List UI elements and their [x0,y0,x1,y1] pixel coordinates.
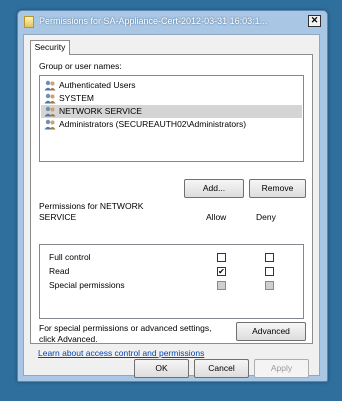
allow-checkbox[interactable] [217,253,226,262]
allow-checkbox [217,281,226,290]
permission-row: Full control [40,251,303,265]
title-bar[interactable]: Permissions for SA-Appliance-Cert-2012-0… [18,11,327,33]
permissions-header-line2: SERVICE [39,212,77,222]
apply-button: Apply [254,359,309,378]
list-item[interactable]: SYSTEM [41,92,302,105]
allow-column-header: Allow [206,212,227,222]
permissions-header-line1: Permissions for NETWORK [39,201,144,211]
special-note-line1: For special permissions or advanced sett… [39,323,212,333]
deny-checkbox[interactable] [265,253,274,262]
deny-checkbox[interactable] [265,267,274,276]
list-item[interactable]: Administrators (SECUREAUTH02\Administrat… [41,118,302,131]
dialog-body: Security Group or user names: Authentica… [23,34,320,378]
permission-name: Full control [49,252,91,262]
allow-checkbox[interactable]: ✔ [217,267,226,276]
tab-security[interactable]: Security [30,40,70,55]
special-note-line2: click Advanced. [39,334,98,344]
list-item-label: SYSTEM [59,93,94,103]
learn-about-permissions-link[interactable]: Learn about access control and permissio… [38,348,204,358]
permission-name: Read [49,266,70,276]
list-item-label: Administrators (SECUREAUTH02\Administrat… [59,119,247,129]
permissions-dialog: Permissions for SA-Appliance-Cert-2012-0… [17,10,328,382]
permission-row: Special permissions [40,279,303,293]
security-tab-panel: Group or user names: Authenticated Users… [30,54,313,344]
users-icon [44,80,56,91]
remove-button[interactable]: Remove [249,179,306,198]
users-icon [44,106,56,117]
close-button[interactable]: ✕ [308,15,321,27]
list-item-label: Authenticated Users [59,80,136,90]
deny-checkbox [265,281,274,290]
cancel-button[interactable]: Cancel [194,359,249,378]
group-user-list[interactable]: Authenticated Users SYSTEM NETWORK SERVI… [39,75,304,162]
users-icon [44,119,56,130]
permissions-list: Full control Read ✔ Special permissions [39,244,304,319]
ok-button[interactable]: OK [134,359,189,378]
permission-row: Read ✔ [40,265,303,279]
folder-icon [24,16,34,28]
permission-name: Special permissions [49,280,125,290]
window-title: Permissions for SA-Appliance-Cert-2012-0… [39,16,268,26]
list-item[interactable]: Authenticated Users [41,79,302,92]
group-names-label: Group or user names: [39,61,122,71]
users-icon [44,93,56,104]
list-item-label: NETWORK SERVICE [59,106,142,116]
add-button[interactable]: Add... [184,179,244,198]
list-item[interactable]: NETWORK SERVICE [41,105,302,118]
advanced-button[interactable]: Advanced [236,322,306,341]
deny-column-header: Deny [256,212,276,222]
